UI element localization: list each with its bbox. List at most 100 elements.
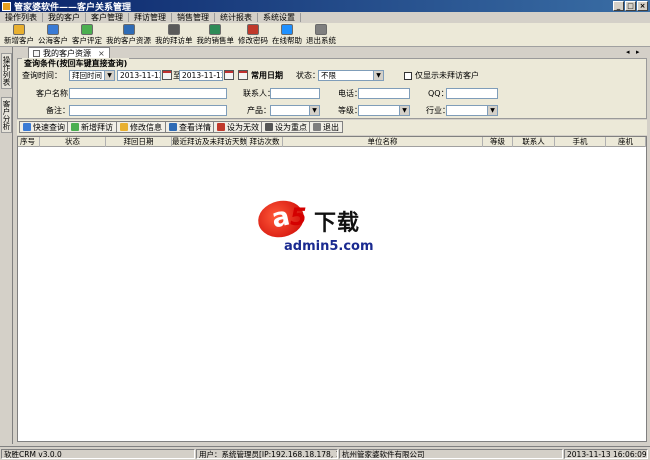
- grid-header: 序号 状态 拜回日期 最近拜访及未拜访天数 拜访次数 单位名称 等级 联系人 手…: [18, 137, 646, 147]
- invalid-icon: [217, 123, 225, 131]
- customer-name-input[interactable]: [69, 88, 227, 99]
- tab-scroll-right-icon[interactable]: ▸: [636, 48, 640, 56]
- col-header-index[interactable]: 序号: [18, 137, 40, 147]
- my-customer-resources-button[interactable]: 我的客户资源: [104, 23, 153, 45]
- product-select[interactable]: ▼: [270, 105, 320, 116]
- phone-input[interactable]: [358, 88, 410, 99]
- key-icon: [247, 24, 259, 35]
- online-help-button[interactable]: 在线帮助: [270, 23, 304, 45]
- menu-reports[interactable]: 统计报表: [215, 13, 258, 22]
- status-company: 杭州管家婆软件有限公司: [339, 449, 563, 459]
- col-header-visit-count[interactable]: 拜访次数: [247, 137, 283, 147]
- customer-rating-button[interactable]: 客户评定: [70, 23, 104, 45]
- qq-input[interactable]: [446, 88, 498, 99]
- my-visits-button[interactable]: 我的拜访单: [153, 23, 195, 45]
- tab-scroll-left-icon[interactable]: ◂: [626, 48, 630, 56]
- edit-info-button[interactable]: 修改信息: [116, 121, 166, 133]
- new-customer-button[interactable]: 新增客户: [2, 23, 36, 45]
- status-datetime: 2013-11-13 16:06:09: [564, 449, 648, 459]
- contact-input[interactable]: [270, 88, 320, 99]
- status-select[interactable]: 不限 ▼: [318, 70, 384, 81]
- col-header-contact[interactable]: 联系人: [513, 137, 555, 147]
- quick-search-button[interactable]: 快速查询: [19, 121, 69, 133]
- menu-my-customers[interactable]: 我的客户: [43, 13, 86, 22]
- tab-my-customer-resources[interactable]: 我的客户资源 ×: [28, 47, 110, 58]
- status-version: 软胜CRM v3.0.0: [1, 449, 195, 459]
- watermark-download: 下载: [314, 211, 361, 236]
- new-customer-icon: [13, 24, 25, 35]
- help-icon: [281, 24, 293, 35]
- details-icon: [169, 123, 177, 131]
- query-time-value: 拜回时间: [72, 71, 102, 80]
- search-icon: [23, 123, 31, 131]
- side-tab-customer-analysis[interactable]: 客户分析: [1, 97, 12, 133]
- document-tab-row: 我的客户资源 × ◂ ▸: [14, 47, 650, 58]
- document-icon: [33, 49, 40, 57]
- set-invalid-button[interactable]: 设为无效: [213, 121, 263, 133]
- col-header-status[interactable]: 状态: [40, 137, 106, 147]
- public-customers-icon: [47, 24, 59, 35]
- query-legend: 查询条件(按回车键直接查询): [22, 58, 130, 69]
- close-button[interactable]: ×: [637, 1, 648, 11]
- minimize-button[interactable]: _: [613, 1, 624, 11]
- date-to-input[interactable]: 2013-11-13: [179, 70, 223, 81]
- watermark-url: admin5.com: [284, 239, 374, 254]
- public-customers-button[interactable]: 公海客户: [36, 23, 70, 45]
- status-value: 不限: [321, 71, 336, 80]
- sales-icon: [209, 24, 222, 35]
- edit-icon: [120, 123, 128, 131]
- menu-settings[interactable]: 系统设置: [258, 13, 301, 22]
- only-unvisited-checkbox[interactable]: [404, 72, 412, 80]
- date-from-input[interactable]: 2013-11-13: [117, 70, 161, 81]
- query-panel: 查询条件(按回车键直接查询) 查询时间： 拜回时间 ▼ 2013-11-13 至…: [17, 58, 647, 119]
- app-logo-icon: [2, 1, 11, 11]
- menu-customer-manage[interactable]: 客户管理: [86, 13, 129, 22]
- remark-label: 备注：: [46, 106, 70, 115]
- set-key-button[interactable]: 设为重点: [261, 121, 311, 133]
- col-header-mobile[interactable]: 手机: [555, 137, 606, 147]
- exit-system-button[interactable]: 退出系统: [304, 23, 338, 45]
- left-side-strip: 操作列表 客户分析: [0, 47, 13, 444]
- tab-close-icon[interactable]: ×: [98, 49, 105, 58]
- menu-operation-list[interactable]: 操作列表: [0, 13, 43, 22]
- new-visit-button[interactable]: 新增拜访: [67, 121, 117, 133]
- view-details-button[interactable]: 查看详情: [165, 121, 215, 133]
- exit-icon: [315, 24, 327, 35]
- rating-icon: [81, 24, 93, 35]
- exit-button[interactable]: 退出: [309, 121, 343, 133]
- change-password-button[interactable]: 修改密码: [236, 23, 270, 45]
- query-time-select[interactable]: 拜回时间 ▼: [69, 70, 115, 81]
- remark-input[interactable]: [69, 105, 227, 116]
- calendar-icon[interactable]: [224, 70, 234, 80]
- exit-icon: [313, 123, 321, 131]
- col-header-grade[interactable]: 等级: [483, 137, 513, 147]
- add-visit-icon: [71, 123, 79, 131]
- status-bar: 软胜CRM v3.0.0 用户：系统管理员[IP:192.168.18.178,…: [0, 446, 650, 460]
- menu-visit-manage[interactable]: 拜访管理: [129, 13, 172, 22]
- maximize-button[interactable]: □: [625, 1, 636, 11]
- chevron-down-icon: ▼: [487, 106, 497, 115]
- calendar-icon[interactable]: [162, 70, 172, 80]
- chevron-down-icon: ▼: [104, 71, 114, 80]
- menu-bar: 操作列表 我的客户 客户管理 拜访管理 销售管理 统计报表 系统设置: [0, 12, 650, 23]
- common-date-calendar-icon[interactable]: [238, 70, 248, 80]
- query-time-label: 查询时间：: [22, 71, 62, 80]
- watermark-five: 5: [290, 203, 307, 231]
- col-header-landline[interactable]: 座机: [606, 137, 646, 147]
- col-header-visit-days[interactable]: 最近拜访及未拜访天数: [172, 137, 247, 147]
- action-bar: 快速查询 新增拜访 修改信息 查看详情 设为无效 设为重点 退出: [17, 120, 647, 135]
- grade-select[interactable]: ▼: [358, 105, 410, 116]
- common-date-button[interactable]: 常用日期: [251, 70, 283, 81]
- chevron-down-icon: ▼: [309, 106, 319, 115]
- phone-icon: [167, 24, 180, 35]
- menu-sales-manage[interactable]: 销售管理: [172, 13, 215, 22]
- side-tab-operation-list[interactable]: 操作列表: [1, 53, 12, 89]
- col-header-return-date[interactable]: 拜回日期: [106, 137, 172, 147]
- status-user: 用户：系统管理员[IP:192.168.18.178, 192.168.1.: [196, 449, 338, 459]
- col-header-company-name[interactable]: 单位名称: [283, 137, 483, 147]
- industry-select[interactable]: ▼: [446, 105, 498, 116]
- customer-grid[interactable]: 序号 状态 拜回日期 最近拜访及未拜访天数 拜访次数 单位名称 等级 联系人 手…: [17, 136, 647, 442]
- resources-icon: [122, 24, 135, 35]
- title-bar: 管家婆软件——客户关系管理 _ □ ×: [0, 0, 650, 13]
- my-sales-button[interactable]: 我的销售单: [195, 23, 237, 45]
